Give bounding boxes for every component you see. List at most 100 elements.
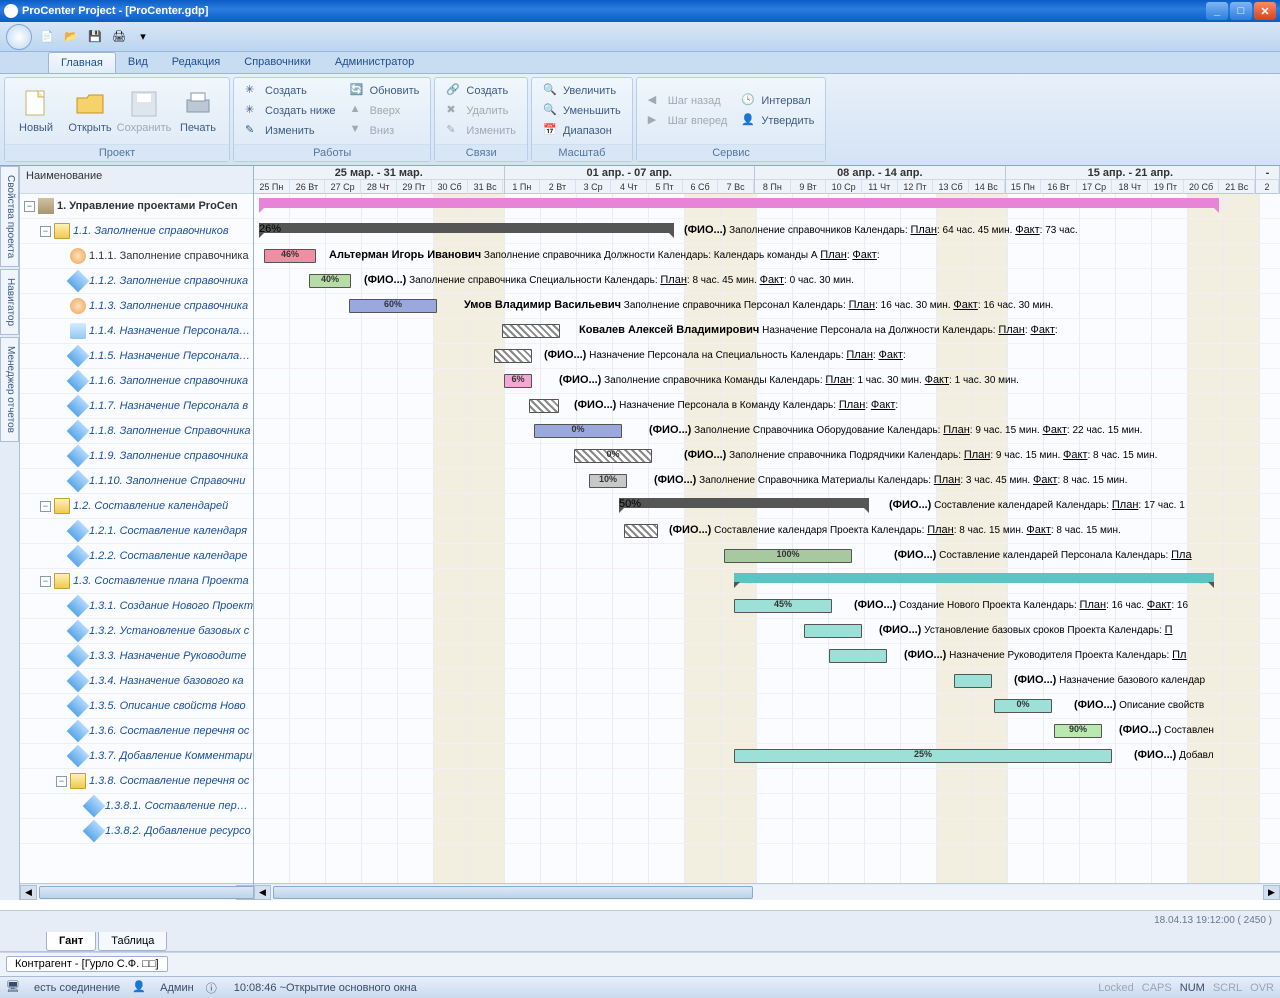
qat-open-icon[interactable]: 📂 bbox=[62, 28, 80, 46]
tree-row[interactable]: −1.2. Составление календарей bbox=[20, 494, 253, 519]
qat-new-icon[interactable]: 📄 bbox=[38, 28, 56, 46]
gantt-row[interactable] bbox=[254, 194, 1280, 219]
create-below-button[interactable]: ✳Создать ниже bbox=[242, 102, 339, 120]
link-edit-button[interactable]: ✎Изменить bbox=[443, 122, 519, 140]
interval-button[interactable]: 🕓Интервал bbox=[738, 92, 817, 110]
tab-refs[interactable]: Справочники bbox=[232, 52, 323, 73]
tree-row[interactable]: 1.3.5. Описание свойств Ново bbox=[20, 694, 253, 719]
tab-edit[interactable]: Редакция bbox=[160, 52, 232, 73]
gantt-row[interactable]: Ковалев Алексей Владимирович Назначение … bbox=[254, 319, 1280, 344]
range-button[interactable]: 📅Диапазон bbox=[540, 122, 624, 140]
gantt-row[interactable]: 0%(ФИО...) Описание свойств bbox=[254, 694, 1280, 719]
new-button[interactable]: Новый bbox=[9, 80, 63, 142]
gantt-row[interactable]: 0%(ФИО...) Заполнение справочника Подряд… bbox=[254, 444, 1280, 469]
gantt-row[interactable]: 40%(ФИО...) Заполнение справочника Специ… bbox=[254, 269, 1280, 294]
tree-row[interactable]: 1.3.8.2. Добавление ресурсо bbox=[20, 819, 253, 844]
task-bar[interactable] bbox=[494, 349, 532, 363]
step-back-button[interactable]: ◀Шаг назад bbox=[645, 92, 731, 110]
open-button[interactable]: Открыть bbox=[63, 80, 117, 142]
expand-icon[interactable]: − bbox=[40, 576, 51, 587]
tab-admin[interactable]: Администратор bbox=[323, 52, 426, 73]
tab-gantt[interactable]: Гант bbox=[46, 932, 96, 951]
gantt-row[interactable] bbox=[254, 569, 1280, 594]
gantt-hscroll[interactable]: ◀▶ bbox=[254, 883, 1280, 900]
step-forward-button[interactable]: ▶Шаг вперед bbox=[645, 112, 731, 130]
down-button[interactable]: ▼Вниз bbox=[347, 122, 423, 140]
task-bar[interactable]: 90% bbox=[1054, 724, 1102, 738]
tree-row[interactable]: 1.3.7. Добавление Комментари bbox=[20, 744, 253, 769]
qat-save-icon[interactable]: 💾 bbox=[86, 28, 104, 46]
qat-dropdown-icon[interactable]: ▾ bbox=[134, 28, 152, 46]
tree-row[interactable]: 1.3.8.1. Составление перечн bbox=[20, 794, 253, 819]
task-bar[interactable]: 0% bbox=[994, 699, 1052, 713]
task-bar[interactable] bbox=[502, 324, 560, 338]
gantt-row[interactable]: (ФИО...) Назначение Руководителя Проекта… bbox=[254, 644, 1280, 669]
tree-row[interactable]: 1.1.8. Заполнение Справочника bbox=[20, 419, 253, 444]
zoomout-button[interactable]: 🔍Уменьшить bbox=[540, 102, 624, 120]
task-bar[interactable] bbox=[624, 524, 658, 538]
tree-row[interactable]: 1.1.2. Заполнение справочника bbox=[20, 269, 253, 294]
task-bar[interactable]: 45% bbox=[734, 599, 832, 613]
gantt-row[interactable]: 100%(ФИО...) Составление календарей Перс… bbox=[254, 544, 1280, 569]
expand-icon[interactable]: − bbox=[40, 501, 51, 512]
gantt-row[interactable]: (ФИО...) Составление календаря Проекта К… bbox=[254, 519, 1280, 544]
tree-row[interactable]: −1. Управление проектами ProCen bbox=[20, 194, 253, 219]
edit-button[interactable]: ✎Изменить bbox=[242, 122, 339, 140]
link-delete-button[interactable]: ✖Удалить bbox=[443, 102, 519, 120]
create-button[interactable]: ✳Создать bbox=[242, 82, 339, 100]
task-bar[interactable]: 10% bbox=[589, 474, 627, 488]
gantt-row[interactable] bbox=[254, 794, 1280, 819]
tree-row[interactable]: 1.3.3. Назначение Руководите bbox=[20, 644, 253, 669]
tree-row[interactable]: −1.3.8. Составление перечня ос bbox=[20, 769, 253, 794]
tree-row[interactable]: 1.3.4. Назначение базового ка bbox=[20, 669, 253, 694]
gantt-row[interactable] bbox=[254, 769, 1280, 794]
task-bar[interactable] bbox=[529, 399, 559, 413]
task-bar[interactable]: 100% bbox=[724, 549, 852, 563]
gantt-row[interactable]: 90%(ФИО...) Составлен bbox=[254, 719, 1280, 744]
expand-icon[interactable]: − bbox=[56, 776, 67, 787]
tree-row[interactable]: 1.3.2. Установление базовых с bbox=[20, 619, 253, 644]
gantt-row[interactable]: 60%Умов Владимир Васильевич Заполнение с… bbox=[254, 294, 1280, 319]
maximize-button[interactable]: □ bbox=[1230, 2, 1252, 20]
tree-row[interactable]: 1.2.1. Составление календаря bbox=[20, 519, 253, 544]
approve-button[interactable]: 👤Утвердить bbox=[738, 112, 817, 130]
link-create-button[interactable]: 🔗Создать bbox=[443, 82, 519, 100]
tree-row[interactable]: 1.3.6. Составление перечня ос bbox=[20, 719, 253, 744]
tree-row[interactable]: 1.1.4. Назначение Персонала на bbox=[20, 319, 253, 344]
task-bar[interactable] bbox=[954, 674, 992, 688]
gantt-row[interactable]: 45%(ФИО...) Создание Нового Проекта Кале… bbox=[254, 594, 1280, 619]
task-bar[interactable] bbox=[829, 649, 887, 663]
task-bar[interactable]: 0% bbox=[574, 449, 652, 463]
doc-chip[interactable]: Контрагент - [Гурло С.Ф. □□] bbox=[6, 956, 168, 972]
gantt-row[interactable]: 6%(ФИО...) Заполнение справочника Команд… bbox=[254, 369, 1280, 394]
tree-row[interactable]: 1.1.6. Заполнение справочника bbox=[20, 369, 253, 394]
tree-row[interactable]: 1.1.9. Заполнение справочника bbox=[20, 444, 253, 469]
task-bar[interactable]: 40% bbox=[309, 274, 351, 288]
task-bar[interactable]: 60% bbox=[349, 299, 437, 313]
app-orb-button[interactable] bbox=[6, 24, 32, 50]
vtab-reports[interactable]: Менеджер отчетов bbox=[0, 337, 19, 442]
gantt-row[interactable]: (ФИО...) Назначение Персонала на Специал… bbox=[254, 344, 1280, 369]
gantt-row[interactable]: (ФИО...) Назначение базового календар bbox=[254, 669, 1280, 694]
task-bar[interactable]: 25% bbox=[734, 749, 1112, 763]
refresh-button[interactable]: 🔄Обновить bbox=[347, 82, 423, 100]
minimize-button[interactable]: _ bbox=[1206, 2, 1228, 20]
tree-row[interactable]: 1.1.5. Назначение Персонала на bbox=[20, 344, 253, 369]
tree-row[interactable]: −1.1. Заполнение справочников bbox=[20, 219, 253, 244]
save-button[interactable]: Сохранить bbox=[117, 80, 171, 142]
gantt-row[interactable]: 10%(ФИО...) Заполнение Справочника Матер… bbox=[254, 469, 1280, 494]
tab-table[interactable]: Таблица bbox=[98, 932, 167, 951]
summary-bar[interactable] bbox=[734, 573, 1214, 583]
zoomin-button[interactable]: 🔍Увеличить bbox=[540, 82, 624, 100]
tree-row[interactable]: 1.1.7. Назначение Персонала в bbox=[20, 394, 253, 419]
summary-bar[interactable]: 50% bbox=[619, 498, 869, 508]
close-button[interactable]: ✕ bbox=[1254, 2, 1276, 20]
up-button[interactable]: ▲Вверх bbox=[347, 102, 423, 120]
tree-row[interactable]: −1.3. Составление плана Проекта bbox=[20, 569, 253, 594]
expand-icon[interactable]: − bbox=[24, 201, 35, 212]
tree-hscroll[interactable]: ◀▶ bbox=[20, 883, 253, 900]
vtab-navigator[interactable]: Навигатор bbox=[0, 269, 19, 335]
task-bar[interactable]: 0% bbox=[534, 424, 622, 438]
tree-row[interactable]: 1.1.10. Заполнение Справочни bbox=[20, 469, 253, 494]
gantt-row[interactable]: (ФИО...) Установление базовых сроков Про… bbox=[254, 619, 1280, 644]
